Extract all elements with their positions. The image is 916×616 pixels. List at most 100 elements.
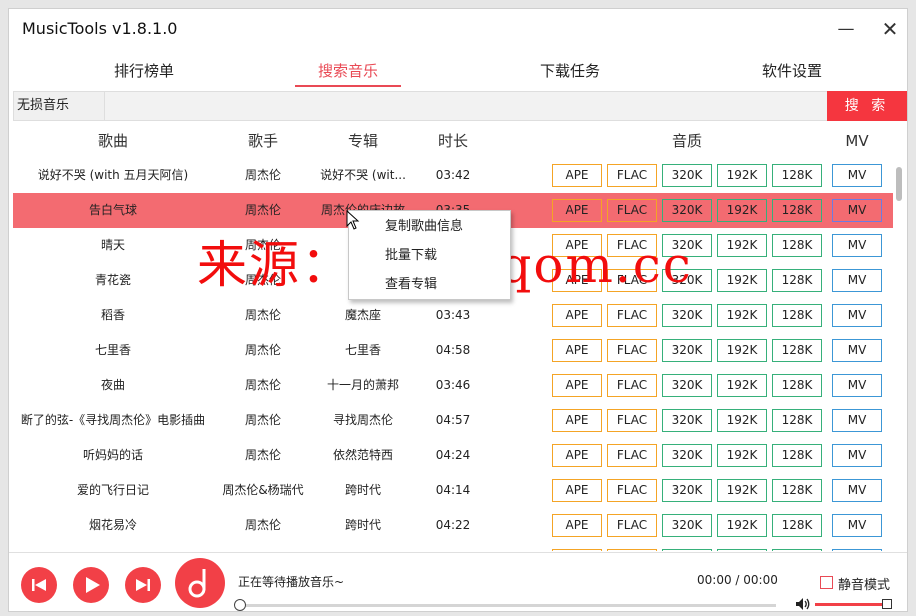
quality-button-q320[interactable]: 320K [662,479,712,502]
close-button[interactable]: ✕ [875,15,905,43]
previous-button[interactable] [21,567,57,603]
quality-button-mv[interactable]: MV [832,409,882,432]
quality-button-q128[interactable]: 128K [772,374,822,397]
quality-button-ape[interactable]: APE [552,164,602,187]
volume-knob[interactable] [882,599,892,609]
quality-button-q320[interactable]: 320K [662,339,712,362]
quality-button-ape[interactable]: APE [552,304,602,327]
quality-button-q128[interactable]: 128K [772,444,822,467]
song-row[interactable]: APE FLAC 320K 192K 128K MV [13,543,893,551]
quality-button-ape[interactable]: APE [552,549,602,551]
quality-button-flac[interactable]: FLAC [607,339,657,362]
col-header-album[interactable]: 专辑 [313,125,413,157]
song-row[interactable]: 夜曲 周杰伦 十一月的萧邦 03:46 APE FLAC 320K 192K 128K MV [13,368,893,403]
search-button[interactable]: 搜 索 [827,91,907,121]
quality-button-mv[interactable]: MV [832,374,882,397]
quality-button-q320[interactable]: 320K [662,164,712,187]
quality-button-q192[interactable]: 192K [717,304,767,327]
quality-button-q128[interactable]: 128K [772,549,822,551]
quality-button-flac[interactable]: FLAC [607,479,657,502]
ctx-copy-song-info[interactable]: 复制歌曲信息 [349,213,510,241]
mute-checkbox[interactable] [820,576,833,589]
quality-button-flac[interactable]: FLAC [607,304,657,327]
song-row[interactable]: 断了的弦-《寻找周杰伦》电影插曲 周杰伦 寻找周杰伦 04:57 APE FLAC 320K… [13,403,893,438]
quality-button-q128[interactable]: 128K [772,479,822,502]
quality-button-q128[interactable]: 128K [772,234,822,257]
quality-button-mv[interactable]: MV [832,514,882,537]
quality-button-mv[interactable]: MV [832,234,882,257]
quality-button-q128[interactable]: 128K [772,199,822,222]
quality-button-ape[interactable]: APE [552,199,602,222]
tab-search[interactable]: 搜索音乐 [293,57,403,89]
quality-button-q192[interactable]: 192K [717,549,767,551]
quality-button-flac[interactable]: FLAC [607,514,657,537]
tab-downloads[interactable]: 下载任务 [515,57,625,89]
tab-charts[interactable]: 排行榜单 [89,57,199,89]
quality-button-q128[interactable]: 128K [772,339,822,362]
quality-button-ape[interactable]: APE [552,374,602,397]
song-row[interactable]: 稻香 周杰伦 魔杰座 03:43 APE FLAC 320K 192K 128K MV [13,298,893,333]
quality-button-q192[interactable]: 192K [717,269,767,292]
ctx-batch-download[interactable]: 批量下载 [349,242,510,270]
scrollbar-thumb[interactable] [896,167,902,201]
song-row[interactable]: 听妈妈的话 周杰伦 依然范特西 04:24 APE FLAC 320K 192K 128K MV [13,438,893,473]
next-button[interactable] [125,567,161,603]
quality-button-flac[interactable]: FLAC [607,199,657,222]
song-row[interactable]: 说好不哭 (with 五月天阿信) 周杰伦 说好不哭 (wit... 03:42 APE… [13,158,893,193]
quality-button-q128[interactable]: 128K [772,164,822,187]
quality-button-mv[interactable]: MV [832,479,882,502]
quality-button-flac[interactable]: FLAC [607,409,657,432]
ctx-view-album[interactable]: 查看专辑 [349,271,510,299]
quality-button-flac[interactable]: FLAC [607,374,657,397]
quality-button-mv[interactable]: MV [832,444,882,467]
song-row[interactable]: 七里香 周杰伦 七里香 04:58 APE FLAC 320K 192K 128K MV [13,333,893,368]
quality-button-q320[interactable]: 320K [662,199,712,222]
quality-button-q128[interactable]: 128K [772,409,822,432]
source-select[interactable]: 无损音乐 [14,92,104,120]
quality-button-flac[interactable]: FLAC [607,164,657,187]
volume-icon[interactable] [795,597,811,611]
quality-button-q192[interactable]: 192K [717,409,767,432]
tab-settings[interactable]: 软件设置 [737,57,847,89]
quality-button-mv[interactable]: MV [832,339,882,362]
quality-button-q192[interactable]: 192K [717,164,767,187]
quality-button-q128[interactable]: 128K [772,514,822,537]
quality-button-q320[interactable]: 320K [662,444,712,467]
quality-button-ape[interactable]: APE [552,479,602,502]
col-header-duration[interactable]: 时长 [423,125,483,157]
quality-button-q192[interactable]: 192K [717,374,767,397]
quality-button-q320[interactable]: 320K [662,374,712,397]
quality-button-q192[interactable]: 192K [717,514,767,537]
play-button[interactable] [73,567,109,603]
quality-button-ape[interactable]: APE [552,409,602,432]
quality-button-mv[interactable]: MV [832,199,882,222]
col-header-song[interactable]: 歌曲 [13,125,213,157]
quality-button-flac[interactable]: FLAC [607,549,657,551]
song-row[interactable]: 爱的飞行日记 周杰伦&杨瑞代 跨时代 04:14 APE FLAC 320K 192K 128K… [13,473,893,508]
quality-button-q320[interactable]: 320K [662,409,712,432]
quality-button-q320[interactable]: 320K [662,549,712,551]
minimize-button[interactable]: — [831,15,861,43]
quality-button-mv[interactable]: MV [832,549,882,551]
quality-button-mv[interactable]: MV [832,269,882,292]
quality-button-q192[interactable]: 192K [717,234,767,257]
quality-button-ape[interactable]: APE [552,444,602,467]
quality-button-mv[interactable]: MV [832,164,882,187]
col-header-singer[interactable]: 歌手 [213,125,313,157]
volume-slider[interactable] [815,603,886,606]
progress-bar[interactable] [234,599,776,611]
quality-button-ape[interactable]: APE [552,514,602,537]
quality-button-q192[interactable]: 192K [717,479,767,502]
quality-button-q192[interactable]: 192K [717,444,767,467]
quality-button-q192[interactable]: 192K [717,199,767,222]
quality-button-q128[interactable]: 128K [772,269,822,292]
quality-button-q320[interactable]: 320K [662,514,712,537]
quality-button-q128[interactable]: 128K [772,304,822,327]
search-input[interactable] [104,92,827,120]
quality-button-q320[interactable]: 320K [662,304,712,327]
quality-button-flac[interactable]: FLAC [607,444,657,467]
song-row[interactable]: 烟花易冷 周杰伦 跨时代 04:22 APE FLAC 320K 192K 128K MV [13,508,893,543]
list-scrollbar[interactable] [895,159,903,551]
progress-knob[interactable] [234,599,246,611]
quality-button-ape[interactable]: APE [552,339,602,362]
